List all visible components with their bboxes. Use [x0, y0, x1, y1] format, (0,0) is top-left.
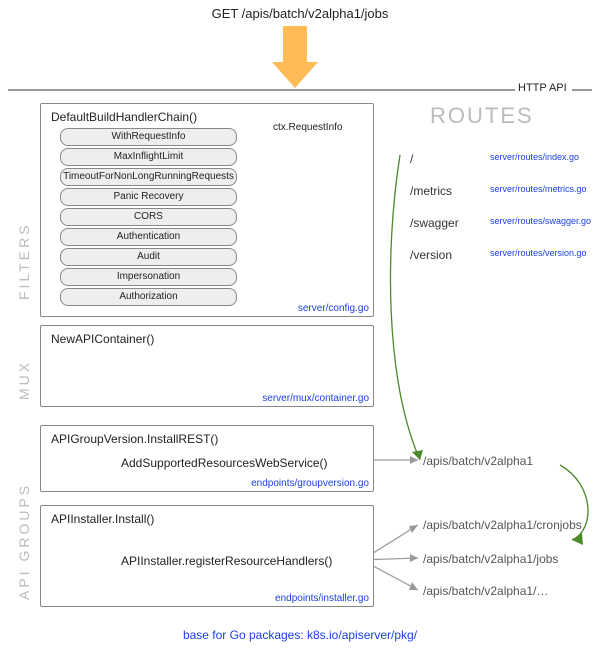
group-box: APIGroupVersion.InstallREST() AddSupport…: [40, 425, 374, 492]
mux-source: server/mux/container.go: [262, 393, 369, 404]
filters-title: DefaultBuildHandlerChain(): [51, 110, 197, 124]
route-file: server/routes/metrics.go: [490, 184, 587, 194]
route-row: /swagger server/routes/swagger.go: [410, 216, 590, 232]
installer-box: APIInstaller.Install() APIInstaller.regi…: [40, 505, 374, 607]
ctx-label: ctx.RequestInfo: [273, 122, 342, 133]
installer-endpoint: /apis/batch/v2alpha1/cronjobs: [423, 518, 582, 532]
route-path: /metrics: [410, 184, 452, 198]
installer-title: APIInstaller.Install(): [51, 512, 154, 526]
filter-item: WithRequestInfo: [60, 128, 237, 146]
route-file: server/routes/version.go: [490, 248, 587, 258]
section-filters-label: FILTERS: [16, 150, 32, 300]
filter-item: Authentication: [60, 228, 237, 246]
section-mux-label: MUX: [16, 340, 32, 400]
filter-item: Audit: [60, 248, 237, 266]
footer-note: base for Go packages: k8s.io/apiserver/p…: [0, 628, 600, 642]
installer-source: endpoints/installer.go: [275, 593, 369, 604]
installer-endpoint: /apis/batch/v2alpha1/…: [423, 584, 548, 598]
filter-item: Authorization: [60, 288, 237, 306]
route-row: /version server/routes/version.go: [410, 248, 590, 264]
filter-item: TimeoutForNonLongRunningRequests: [60, 168, 237, 186]
installer-endpoint: /apis/batch/v2alpha1/jobs: [423, 552, 558, 566]
http-api-label: HTTP API: [518, 82, 567, 94]
mux-box: NewAPIContainer() server/mux/container.g…: [40, 325, 374, 407]
routes-heading: ROUTES: [430, 103, 534, 129]
mux-title: NewAPIContainer(): [51, 332, 154, 346]
request-line: GET /apis/batch/v2alpha1/jobs: [0, 6, 600, 21]
route-path: /swagger: [410, 216, 459, 230]
filter-item: Impersonation: [60, 268, 237, 286]
group-source: endpoints/groupversion.go: [251, 478, 369, 489]
group-call: AddSupportedResourcesWebService(): [121, 456, 328, 470]
filter-item: CORS: [60, 208, 237, 226]
filters-source: server/config.go: [298, 303, 369, 314]
route-path: /: [410, 152, 413, 166]
route-path: /version: [410, 248, 452, 262]
installer-call: APIInstaller.registerResourceHandlers(): [121, 554, 332, 568]
group-title: APIGroupVersion.InstallREST(): [51, 432, 218, 446]
route-file: server/routes/index.go: [490, 152, 579, 162]
section-api-groups-label: API GROUPS: [16, 440, 32, 600]
group-endpoint: /apis/batch/v2alpha1: [423, 454, 533, 468]
route-row: / server/routes/index.go: [410, 152, 590, 168]
route-file: server/routes/swagger.go: [490, 216, 591, 226]
filter-item: Panic Recovery: [60, 188, 237, 206]
filter-item: MaxInflightLimit: [60, 148, 237, 166]
route-row: /metrics server/routes/metrics.go: [410, 184, 590, 200]
